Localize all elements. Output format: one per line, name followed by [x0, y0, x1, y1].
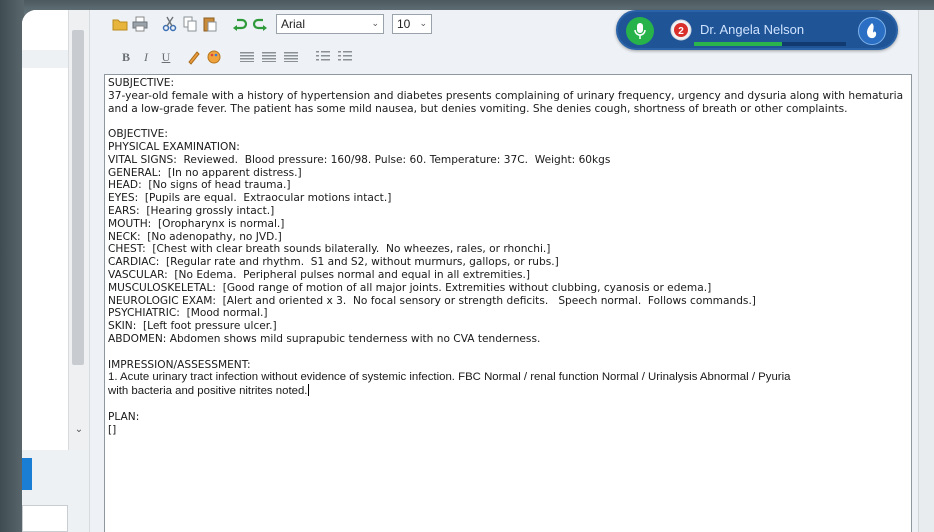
copy-icon[interactable]	[182, 16, 198, 32]
exam-line: VASCULAR: [No Edema. Peripheral pulses n…	[108, 268, 531, 281]
audio-level-fill	[694, 42, 783, 46]
notification-badge-icon[interactable]: 2	[668, 17, 694, 43]
align-left-icon[interactable]	[240, 52, 254, 62]
font-family-select[interactable]: Arial ⌄	[276, 14, 384, 34]
impression-line-with-caret: with bacteria and positive nitrites note…	[108, 384, 908, 398]
note-document[interactable]: SUBJECTIVE: 37-year-old female with a hi…	[104, 74, 912, 532]
exam-line: MOUTH: [Oropharynx is normal.]	[108, 217, 285, 230]
paste-icon[interactable]	[202, 16, 218, 32]
font-size-value: 10	[397, 17, 411, 31]
exam-line: CHEST: [Chest with clear breath sounds b…	[108, 243, 551, 256]
chevron-down-icon: ⌄	[371, 19, 379, 29]
undo-icon[interactable]	[232, 16, 248, 32]
notification-count: 2	[678, 26, 684, 37]
application-window: ⌄ Arial ⌄ 10 ⌄ B I U SUBJECTIVE: 37-year…	[22, 10, 934, 532]
plan-heading: PLAN:	[108, 410, 140, 423]
bold-button[interactable]: B	[116, 50, 136, 65]
color-palette-icon[interactable]	[206, 49, 222, 65]
toolbar-format: B I U	[116, 48, 356, 66]
exam-line: SKIN: [Left foot pressure ulcer.]	[108, 320, 277, 333]
scrollbar-thumb[interactable]	[72, 30, 84, 365]
cut-icon[interactable]	[162, 16, 178, 32]
impression-line: 1. Acute urinary tract infection without…	[108, 371, 791, 384]
exam-heading: PHYSICAL EXAMINATION:	[108, 140, 240, 153]
underline-button[interactable]: U	[156, 50, 176, 65]
right-scrollbar[interactable]	[918, 10, 934, 532]
bullet-list-icon[interactable]	[316, 51, 330, 63]
objective-heading: OBJECTIVE:	[108, 128, 168, 141]
background-left	[0, 0, 24, 532]
exam-line: NECK: [No adenopathy, no JVD.]	[108, 230, 282, 243]
exam-line: GENERAL: [In no apparent distress.]	[108, 166, 302, 179]
microphone-icon	[634, 23, 646, 39]
exam-line: NEUROLOGIC EXAM: [Alert and oriented x 3…	[108, 294, 756, 307]
exam-line: EARS: [Hearing grossly intact.]	[108, 204, 275, 217]
exam-line: PSYCHIATRIC: [Mood normal.]	[108, 307, 268, 320]
exam-line: ABDOMEN: Abdomen shows mild suprapubic t…	[108, 332, 541, 345]
chevron-down-icon: ⌄	[419, 19, 427, 29]
font-family-value: Arial	[281, 17, 306, 31]
numbered-list-icon[interactable]	[338, 51, 352, 63]
audio-level-meter	[694, 42, 846, 46]
exam-line: HEAD: [No signs of head trauma.]	[108, 179, 291, 192]
exam-line: MUSCULOSKELETAL: [Good range of motion o…	[108, 281, 712, 294]
italic-button[interactable]: I	[136, 50, 156, 65]
exam-line: VITAL SIGNS: Reviewed. Blood pressure: 1…	[108, 153, 611, 166]
highlight-pen-icon[interactable]	[186, 49, 202, 65]
text-caret	[308, 384, 310, 397]
microphone-button[interactable]	[626, 17, 654, 45]
font-size-select[interactable]: 10 ⌄	[392, 14, 432, 34]
user-name-label[interactable]: Dr. Angela Nelson	[700, 22, 804, 37]
subjective-heading: SUBJECTIVE:	[108, 77, 175, 89]
exam-line: EYES: [Pupils are equal. Extraocular mot…	[108, 192, 392, 205]
editor-area: Arial ⌄ 10 ⌄ B I U SUBJECTIVE: 37-year-o…	[90, 10, 934, 532]
dictation-bar: 2 Dr. Angela Nelson	[616, 10, 898, 50]
scroll-down-icon[interactable]: ⌄	[73, 424, 85, 436]
left-panel-button[interactable]	[22, 458, 32, 490]
toolbar-main: Arial ⌄ 10 ⌄	[112, 12, 432, 36]
left-panel-field[interactable]	[22, 505, 68, 532]
exam-line: CARDIAC: [Regular rate and rhythm. S1 an…	[108, 256, 559, 269]
align-center-icon[interactable]	[262, 52, 276, 62]
redo-icon[interactable]	[252, 16, 268, 32]
align-right-icon[interactable]	[284, 52, 298, 62]
impression-line: with bacteria and positive nitrites note…	[108, 385, 308, 398]
impression-heading: IMPRESSION/ASSESSMENT:	[108, 358, 251, 371]
print-icon[interactable]	[132, 16, 148, 32]
subjective-text: 37-year-old female with a history of hyp…	[108, 89, 904, 115]
open-folder-icon[interactable]	[112, 16, 128, 32]
dragon-logo-icon[interactable]	[858, 17, 886, 45]
plan-field[interactable]: []	[108, 424, 908, 437]
left-panel-row[interactable]	[22, 50, 68, 68]
